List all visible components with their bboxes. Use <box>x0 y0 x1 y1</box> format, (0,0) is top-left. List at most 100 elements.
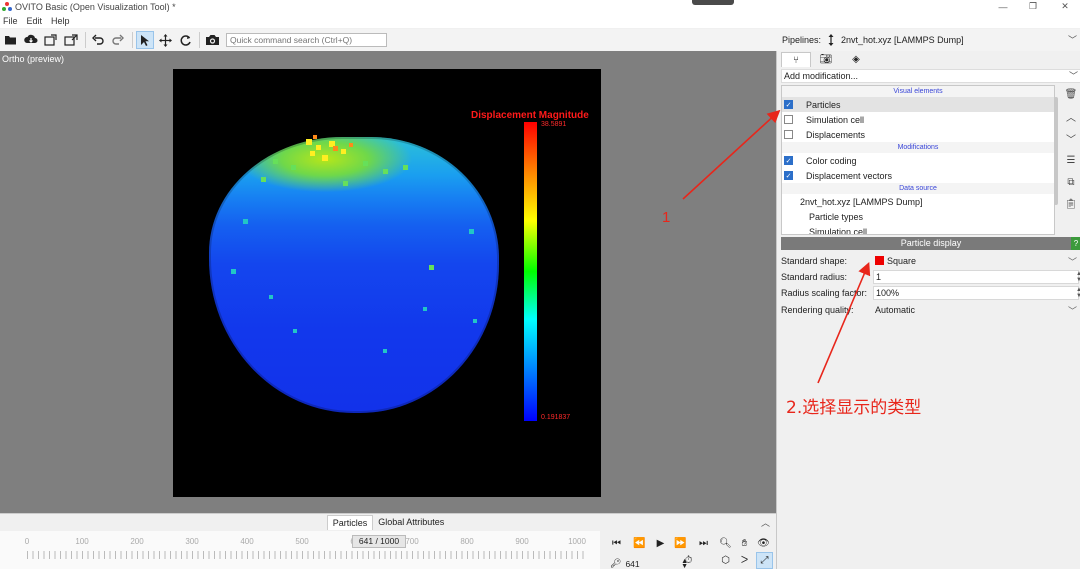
color-legend-bar <box>524 122 537 421</box>
pipelines-header: Pipelines: 2nvt_hot.xyz [LAMMPS Dump] ﹀ <box>776 29 1080 51</box>
animation-controls: ⏮ ⏪ ▶ ⏩ ⏭ 🔍︎ ✋︎ 👁︎ 🔑︎ 641 ▲ ▼ ⏱︎ ⬡ ᐳ ⤢ <box>604 531 776 569</box>
legend-title: Displacement Magnitude <box>471 110 589 121</box>
jump-to-end-icon[interactable]: ⏭ <box>695 535 712 552</box>
command-panel: ⑂ 📷︎ ◈ Add modification... ﹀ Visual elem… <box>776 51 1080 569</box>
radius-scaling-input[interactable]: 100% ▲ ▼ <box>873 285 1080 300</box>
render-icon[interactable] <box>203 31 221 49</box>
pipeline-item-particles[interactable]: ✓ Particles <box>782 97 1054 112</box>
chevron-down-icon: ﹀ <box>1068 71 1078 81</box>
orbit-mode-icon[interactable] <box>176 31 194 49</box>
pipeline-selector[interactable]: 2nvt_hot.xyz [LAMMPS Dump] ﹀ <box>827 34 1077 46</box>
checkbox-displacement-vectors[interactable]: ✓ <box>784 171 793 180</box>
timeline-tick: 300 <box>185 537 199 546</box>
maximize-viewport-icon[interactable]: ⤢ <box>756 552 773 569</box>
pipeline-icon <box>828 34 834 46</box>
checkbox-simulation-cell[interactable] <box>784 115 793 124</box>
toolbar-separator <box>199 32 200 48</box>
timeline-ticks <box>27 551 587 559</box>
jump-to-start-icon[interactable]: ⏮ <box>608 535 625 552</box>
undo-icon[interactable] <box>89 31 107 49</box>
redo-icon[interactable] <box>109 31 127 49</box>
zoom-scene-icon[interactable]: ⬡ <box>717 552 734 569</box>
viewport-ortho[interactable]: Ortho (preview) Displacement Magnitude 3… <box>0 51 776 513</box>
pipeline-item-displacements[interactable]: Displacements <box>782 127 1054 142</box>
standard-radius-label: Standard radius: <box>781 271 848 282</box>
standard-shape-label: Standard shape: <box>781 255 848 266</box>
pipeline-item-particle-types[interactable]: Particle types <box>782 209 1054 224</box>
checkbox-displacements[interactable] <box>784 130 793 139</box>
pipeline-tab-icon[interactable]: ⑂ <box>781 52 811 67</box>
pipeline-item-simulation-cell[interactable]: Simulation cell <box>782 112 1054 127</box>
timeline-frame-indicator[interactable]: 641 / 1000 <box>352 535 406 548</box>
spinner-arrows-icon[interactable]: ▲ ▼ <box>1076 287 1080 299</box>
main-toolbar <box>0 29 776 51</box>
zoom-icon[interactable]: 🔍︎ <box>717 535 734 552</box>
close-button[interactable]: ✕ <box>1050 0 1080 13</box>
radius-scaling-row: Radius scaling factor: 100% ▲ ▼ <box>781 285 1080 300</box>
open-folder-icon[interactable] <box>2 31 20 49</box>
chevron-down-icon: ﹀ <box>1067 305 1077 316</box>
render-frame: Displacement Magnitude 38.5891 0.191837 <box>173 69 601 497</box>
toolbar-separator <box>132 32 133 48</box>
timeline-tick: 100 <box>75 537 89 546</box>
pipeline-item-data-source[interactable]: 2nvt_hot.xyz [LAMMPS Dump] <box>782 194 1054 209</box>
play-icon[interactable]: ▶ <box>652 535 669 552</box>
cloud-download-icon[interactable] <box>22 31 40 49</box>
list-menu-icon[interactable]: ☰ <box>1061 151 1080 169</box>
radius-scaling-value: 100% <box>876 287 900 298</box>
title-bar: OVITO Basic (Open Visualization Tool) * … <box>0 0 1080 13</box>
pipeline-item-label: Displacements <box>806 129 866 140</box>
menu-file[interactable]: File <box>3 16 18 26</box>
step-forward-icon[interactable]: ⏩ <box>672 535 689 552</box>
maximize-button[interactable]: ❐ <box>1018 0 1048 13</box>
shape-color-swatch <box>875 256 884 265</box>
checkbox-color-coding[interactable]: ✓ <box>784 156 793 165</box>
standard-radius-input[interactable]: 1 ▲ ▼ <box>873 269 1080 284</box>
trash-icon[interactable]: 🗑︎ <box>1061 85 1080 103</box>
step-backward-icon[interactable]: ⏪ <box>631 535 648 552</box>
export-icon[interactable] <box>42 31 60 49</box>
copy-icon[interactable]: ⧉ <box>1061 173 1080 191</box>
tab-global-attributes[interactable]: Global Attributes <box>373 515 449 529</box>
pipeline-selected-value: 2nvt_hot.xyz [LAMMPS Dump] <box>841 35 964 45</box>
checkbox-particles[interactable]: ✓ <box>784 100 793 109</box>
select-mode-icon[interactable] <box>136 31 154 49</box>
overlays-tab-icon[interactable]: ◈ <box>841 52 871 67</box>
spinner-arrows-icon[interactable]: ▲ ▼ <box>1076 271 1080 283</box>
pan-hand-icon[interactable]: ✋︎ <box>736 535 753 552</box>
menu-help[interactable]: Help <box>51 16 70 26</box>
timeline-tick: 400 <box>240 537 254 546</box>
rendering-quality-value: Automatic <box>875 304 916 315</box>
standard-shape-select[interactable]: Square ﹀ <box>873 254 1079 268</box>
chevron-down-icon[interactable]: ﹀ <box>1061 129 1080 147</box>
help-button[interactable]: ? <box>1071 237 1080 250</box>
animation-timeline[interactable]: 0 100 200 300 400 500 600 700 800 900 10… <box>0 531 600 569</box>
chevron-down-icon: ﹀ <box>1068 35 1078 45</box>
window-title: OVITO Basic (Open Visualization Tool) * <box>15 1 176 12</box>
standard-shape-row: Standard shape: Square ﹀ <box>781 253 1080 268</box>
key-icon: 🔑︎ <box>610 558 622 568</box>
export-image-icon[interactable] <box>62 31 80 49</box>
render-tab-icon[interactable]: 📷︎ <box>811 52 841 67</box>
fov-icon[interactable]: ᐳ <box>736 552 753 569</box>
tab-particles[interactable]: Particles <box>326 514 374 530</box>
add-modification-dropdown[interactable]: Add modification... ﹀ <box>781 69 1080 83</box>
standard-radius-value: 1 <box>876 271 882 282</box>
viewport-caption[interactable]: Ortho (preview) <box>2 54 64 64</box>
animation-settings-icon[interactable]: ⏱︎ <box>680 552 697 569</box>
menu-edit[interactable]: Edit <box>27 16 43 26</box>
clipboard-icon[interactable]: 📋︎ <box>1061 195 1080 213</box>
chevron-up-icon[interactable]: ︿ <box>1061 107 1080 125</box>
pipeline-item-source-simulation-cell[interactable]: Simulation cell <box>782 224 1054 235</box>
list-scrollbar[interactable] <box>1054 97 1058 205</box>
timeline-tick: 0 <box>24 537 30 546</box>
quick-command-search-input[interactable] <box>226 33 387 47</box>
pipeline-item-color-coding[interactable]: ✓ Color coding <box>782 153 1054 168</box>
chevron-up-icon[interactable]: ︿ <box>761 516 770 529</box>
minimize-button[interactable]: — <box>988 0 1018 13</box>
pan-mode-icon[interactable] <box>156 31 174 49</box>
eye-icon[interactable]: 👁︎ <box>755 535 772 552</box>
section-modifications: Modifications <box>782 142 1054 153</box>
rendering-quality-select[interactable]: Automatic ﹀ <box>873 303 1079 317</box>
pipeline-item-displacement-vectors[interactable]: ✓ Displacement vectors <box>782 168 1054 183</box>
